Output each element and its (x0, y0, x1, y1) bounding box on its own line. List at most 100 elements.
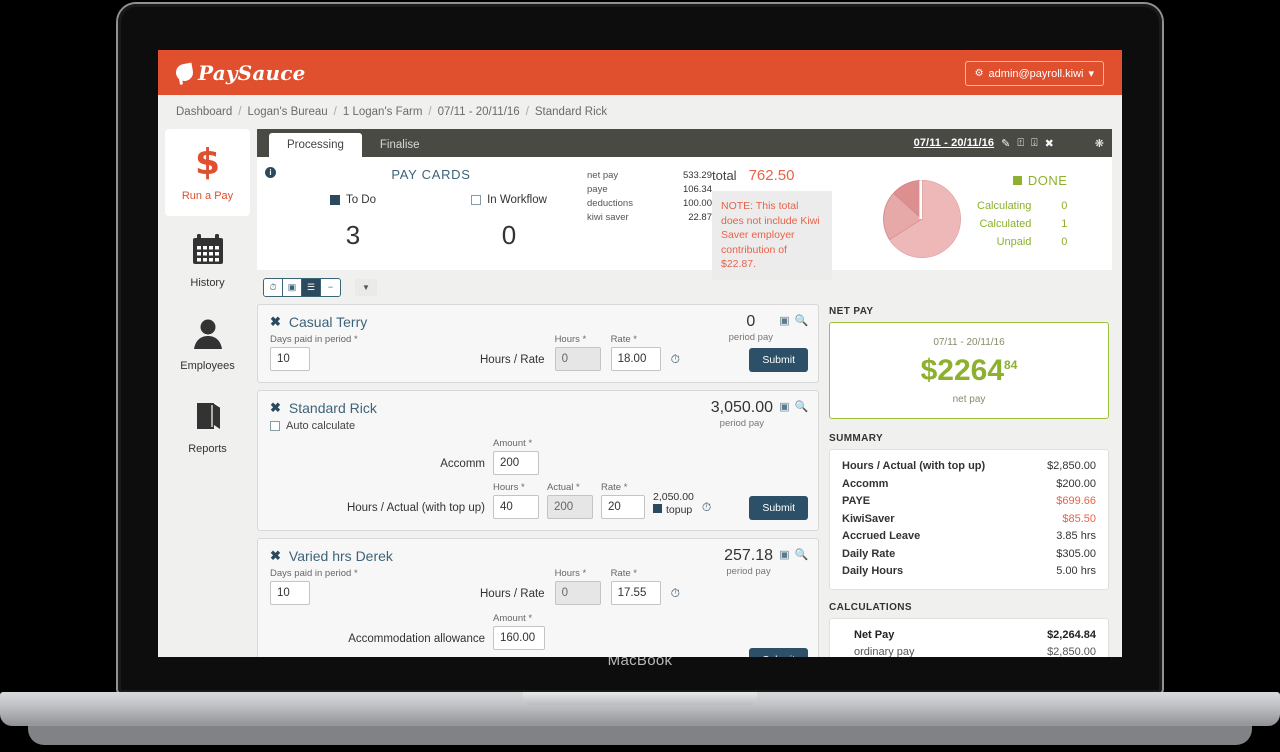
main-content: Processing Finalise 07/11 - 20/11/16 ✎ ⍐… (257, 129, 1122, 657)
status-legend: DONE Calculating 0 Calculated 1 Unpaid 0 (977, 167, 1073, 270)
search-icon[interactable]: 🔍 (795, 314, 809, 327)
clock-icon[interactable]: ⏱ (264, 278, 283, 296)
employee-name: Varied hrs Derek (288, 548, 393, 564)
rate-input[interactable]: 18.00 (610, 347, 661, 371)
search-icon[interactable]: 🔍 (795, 400, 809, 413)
paysauce-logo[interactable]: PaySauce (174, 61, 306, 85)
hours-label: Hours * (554, 334, 587, 345)
tab-bar-actions: 07/11 - 20/11/16 ✎ ⍐ ⍗ ✖ ❋ (914, 129, 1104, 157)
close-icon[interactable]: ✖ (270, 548, 281, 564)
summary-row: Hours / Actual (with top up) $2,850.00 (842, 458, 1096, 476)
sauce-drop-icon (174, 62, 195, 83)
days-paid-input[interactable]: 10 (270, 581, 310, 605)
close-icon[interactable]: ✖ (270, 314, 281, 330)
rate-input[interactable]: 17.55 (610, 581, 661, 605)
hours-rate-label: Hours / Rate (480, 588, 545, 600)
breadcrumb-item-farm[interactable]: 1 Logan's Farm (343, 106, 423, 118)
clock-icon[interactable]: ⏱ (702, 500, 711, 519)
down-arrow-circle-icon[interactable]: ⍗ (1031, 137, 1038, 150)
pay-card-varied-hrs-derek[interactable]: ✖ Varied hrs Derek 257.18 period pay ▣ 🔍 (257, 538, 819, 657)
breadcrumb-item-bureau[interactable]: Logan's Bureau (247, 106, 327, 118)
close-icon[interactable]: ✖ (1045, 137, 1054, 150)
info-icon[interactable]: i (265, 167, 276, 178)
summary-label: Accrued Leave (842, 530, 921, 542)
view-toolbar: ⏱ ▣ ☰ − ▼ (257, 270, 1112, 304)
calendar-icon (165, 230, 250, 270)
total-value: 106.34 (682, 184, 712, 195)
minus-icon[interactable]: − (321, 278, 340, 296)
summary-value: 3.85 hrs (1056, 530, 1096, 542)
pay-card-casual-terry[interactable]: ✖ Casual Terry 0 period pay ▣ 🔍 Days pai… (257, 304, 819, 383)
filter-dropdown-button[interactable]: ▼ (355, 278, 377, 296)
submit-button[interactable]: Submit (749, 348, 808, 372)
browser-viewport: PaySauce ⚙ admin@payroll.kiwi ▾ Dashboar… (158, 50, 1122, 657)
calculations-heading: CALCULATIONS (829, 601, 912, 613)
submit-button[interactable]: Submit (749, 648, 808, 657)
sidebar-item-employees[interactable]: Employees (165, 299, 250, 382)
total-value: 22.87 (688, 212, 712, 223)
up-arrow-circle-icon[interactable]: ⍐ (1017, 137, 1024, 150)
tab-processing[interactable]: Processing (269, 133, 362, 157)
hours-input[interactable]: 40 (493, 495, 539, 519)
totals-breakdown: net pay 533.29 paye 106.34 deductions 100.0… (587, 165, 712, 270)
image-icon[interactable]: ▣ (778, 400, 791, 413)
status-row-unpaid: Unpaid 0 (977, 233, 1068, 251)
calc-operator (842, 644, 854, 658)
summary-box: Hours / Actual (with top up) $2,850.00 Ac… (829, 449, 1109, 590)
search-icon[interactable]: 🔍 (795, 548, 809, 561)
close-icon[interactable]: ✖ (270, 400, 281, 416)
image-icon[interactable]: ▣ (778, 314, 791, 327)
clock-icon[interactable]: ⏱ (671, 352, 680, 371)
hours-input[interactable]: 0 (554, 581, 601, 605)
summary-label: KiwiSaver (842, 512, 895, 525)
kiwisaver-note: NOTE: This total does not include Kiwi S… (712, 191, 832, 280)
total-label: net pay (587, 170, 619, 181)
net-pay-cents: 84 (1004, 358, 1018, 372)
accomm-amount-input[interactable]: 200 (493, 451, 539, 475)
submit-button[interactable]: Submit (749, 496, 808, 520)
sidebar-item-reports[interactable]: Reports (165, 382, 250, 465)
user-menu-button[interactable]: ⚙ admin@payroll.kiwi ▾ (964, 61, 1104, 86)
list-icon[interactable]: ☰ (302, 278, 321, 296)
pay-card-standard-rick[interactable]: ✖ Standard Rick 3,050.00 period pay ▣ 🔍 (257, 390, 819, 531)
rate-label: Rate * (610, 334, 637, 345)
hours-input[interactable]: 0 (554, 347, 601, 371)
state-count: 0 (501, 220, 517, 250)
plus-circle-icon[interactable]: ❋ (1095, 137, 1104, 150)
breadcrumb-item-dashboard[interactable]: Dashboard (176, 106, 232, 118)
breadcrumb-separator: / (238, 106, 242, 118)
days-paid-input[interactable]: 10 (270, 347, 310, 371)
pay-period-link[interactable]: 07/11 - 20/11/16 (914, 137, 995, 149)
breadcrumb-item-employee[interactable]: Standard Rick (535, 106, 607, 118)
sidebar-item-history[interactable]: History (165, 216, 250, 299)
tab-finalise[interactable]: Finalise (362, 133, 438, 157)
pie-chart (867, 167, 977, 270)
auto-calculate-label: Auto calculate (286, 420, 356, 432)
state-label: To Do (345, 194, 377, 206)
calculation-row: ordinary pay $2,850.00 (842, 644, 1096, 658)
status-row-calculated: Calculated 1 (977, 215, 1067, 233)
status-label: Unpaid (996, 236, 1032, 248)
content-split: ✖ Casual Terry 0 period pay ▣ 🔍 Days pai… (257, 304, 1112, 657)
clock-icon[interactable]: ⏱ (671, 586, 680, 605)
breadcrumb-item-period[interactable]: 07/11 - 20/11/16 (438, 106, 520, 118)
rate-input[interactable]: 20 (601, 495, 645, 519)
image-icon[interactable]: ▣ (778, 548, 791, 561)
image-icon[interactable]: ▣ (283, 278, 302, 296)
calculations-box: Net Pay$2,264.84 ordinary pay$2,850.00 +… (829, 617, 1109, 658)
sidebar-item-run-a-pay[interactable]: $ Run a Pay (165, 129, 250, 216)
breadcrumb-separator: / (525, 106, 529, 118)
state-label: In Workflow (487, 194, 547, 206)
sidebar-item-label: Employees (180, 360, 235, 372)
hours-actual-label: Hours / Actual (with top up) (346, 502, 485, 514)
sidebar-item-label: Run a Pay (181, 190, 234, 202)
hours-rate-label: Hours / Rate (480, 354, 545, 366)
period-pay-amount: 257.18 (724, 547, 773, 564)
status-label: Calculated (979, 218, 1032, 230)
accomm-amount-input[interactable]: 160.00 (493, 626, 545, 650)
total-label: paye (587, 184, 608, 195)
period-pay-caption: period pay (719, 418, 765, 429)
actual-label: Actual * (547, 482, 580, 493)
actual-input[interactable]: 200 (547, 495, 593, 519)
pencil-icon[interactable]: ✎ (1001, 137, 1010, 150)
